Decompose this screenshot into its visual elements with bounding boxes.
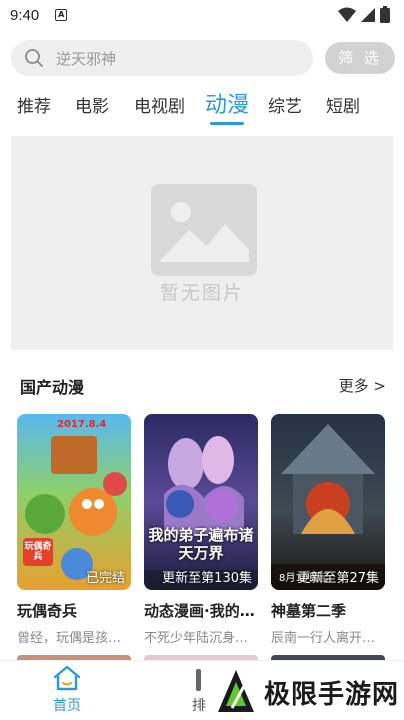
status-bar: 9:40 A — [0, 0, 404, 30]
status-time: 9:40 — [10, 6, 40, 24]
watermark-text: 极限手游网 — [264, 679, 400, 710]
wifi-icon — [338, 7, 356, 22]
rank-icon — [196, 669, 201, 691]
anime-card[interactable]: 8月10日起 更新至第27集 神墓第二季 辰南一行人离开神墓之后 — [271, 414, 385, 646]
tab-tv-series[interactable]: 电视剧 — [134, 92, 185, 117]
category-tabs: 推荐 电影 电视剧 动漫 综艺 短剧 — [0, 86, 404, 126]
poster-date: 2017.8.4 — [57, 419, 107, 430]
poster-title-text: 我的弟子遍布诸天万界 — [148, 526, 254, 562]
tab-recommend[interactable]: 推荐 — [17, 92, 51, 117]
anime-card[interactable]: 我的弟子遍布诸天万界 更新至第130集 动态漫画·我的弟子遍布诸天万界 不死少年… — [144, 414, 258, 646]
tab-variety[interactable]: 综艺 — [268, 92, 302, 117]
filter-button[interactable]: 筛 选 — [325, 42, 395, 74]
anime-card[interactable]: 2017.8.4 玩偶奇兵 已完结 玩偶奇兵 曾经，玩偶是孩子们最好的朋友 — [17, 414, 131, 646]
card-title: 动态漫画·我的弟子遍布诸天万界 — [144, 602, 258, 620]
banner-placeholder-text: 暂无图片 — [159, 282, 244, 304]
search-placeholder: 逆天邪神 — [56, 49, 117, 68]
tab-anime[interactable]: 动漫 — [205, 87, 249, 119]
banner[interactable]: 暂无图片 — [11, 136, 393, 350]
watermark: 极限手游网 — [214, 664, 404, 720]
more-link[interactable]: 更多 > — [339, 375, 386, 396]
active-tab-indicator — [210, 122, 244, 125]
status-badge: 更新至第130集 — [162, 571, 252, 586]
search-input[interactable]: 逆天邪神 — [11, 40, 313, 76]
status-badge: 更新至第27集 — [297, 571, 379, 586]
card-title: 神墓第二季 — [271, 602, 347, 620]
status-icons — [338, 6, 390, 23]
tab-movie[interactable]: 电影 — [75, 92, 109, 117]
home-icon — [53, 665, 81, 691]
section-header: 国产动漫 更多 > — [20, 374, 386, 398]
card-description: 曾经，玩偶是孩子们最好的朋友 — [17, 631, 131, 646]
card-description: 不死少年陆沉身怀绝技 — [144, 631, 258, 646]
poster-image[interactable]: 8月10日起 更新至第27集 — [271, 414, 385, 590]
nav-home-label: 首页 — [53, 698, 81, 714]
section-title: 国产动漫 — [20, 378, 85, 397]
nav-rank-label: 排 — [192, 698, 206, 714]
search-icon — [25, 49, 43, 67]
poster-image[interactable]: 2017.8.4 玩偶奇兵 已完结 — [17, 414, 131, 590]
notification-icon: A — [55, 9, 68, 21]
image-placeholder-icon — [151, 184, 257, 276]
signal-icon — [361, 7, 375, 22]
tab-short-drama[interactable]: 短剧 — [326, 92, 360, 117]
card-description: 辰南一行人离开神墓之后 — [271, 631, 385, 646]
poster-logo-text: 玩偶奇兵 — [24, 542, 52, 562]
nav-rank[interactable]: 排 — [184, 667, 214, 715]
watermark-logo-icon — [218, 670, 254, 712]
search-row: 逆天邪神 筛 选 — [11, 40, 395, 76]
card-title: 玩偶奇兵 — [17, 602, 78, 620]
status-badge: 已完结 — [85, 571, 125, 586]
battery-icon — [380, 6, 390, 23]
poster-image[interactable]: 我的弟子遍布诸天万界 更新至第130集 — [144, 414, 258, 590]
nav-home[interactable]: 首页 — [50, 665, 84, 715]
